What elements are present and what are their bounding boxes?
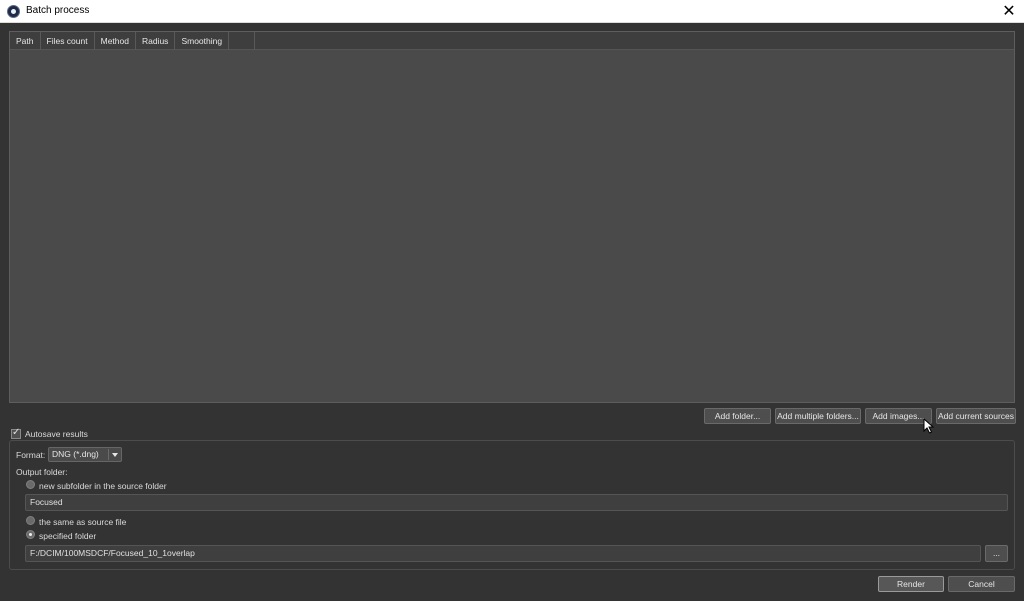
dropdown-caret-icon [112, 453, 118, 457]
column-header-path[interactable]: Path [10, 32, 41, 50]
output-folder-label: Output folder: [16, 467, 68, 477]
app-icon [7, 5, 20, 18]
render-button[interactable]: Render [878, 576, 944, 592]
autosave-label: Autosave results [25, 429, 88, 439]
table-header: Path Files count Method Radius Smoothing [10, 32, 1014, 50]
column-header-radius[interactable]: Radius [136, 32, 176, 50]
column-header-smoothing[interactable]: Smoothing [175, 32, 230, 50]
add-multiple-folders-button[interactable]: Add multiple folders... [775, 408, 861, 424]
column-header-method[interactable]: Method [95, 32, 136, 50]
autosave-checkbox[interactable] [11, 427, 21, 439]
cancel-button[interactable]: Cancel [948, 576, 1015, 592]
column-header-filler [229, 32, 256, 50]
browse-folder-button[interactable]: ... [985, 545, 1008, 562]
select-separator [108, 449, 109, 460]
add-images-button[interactable]: Add images... [865, 408, 932, 424]
radio-specified-folder[interactable] [26, 530, 35, 539]
format-label: Format: [16, 450, 46, 460]
radio-same-as-source-label: the same as source file [39, 517, 127, 527]
window-title: Batch process [26, 5, 90, 16]
radio-new-subfolder[interactable] [26, 480, 35, 489]
batch-table[interactable]: Path Files count Method Radius Smoothing [9, 31, 1015, 403]
close-icon[interactable]: ✕ [994, 0, 1024, 23]
specified-folder-path-field[interactable]: F:/DCIM/100MSDCF/Focused_10_1overlap [25, 545, 981, 562]
radio-same-as-source[interactable] [26, 516, 35, 525]
mouse-pointer-icon [923, 418, 935, 434]
format-select[interactable]: DNG (*.dng) [48, 447, 122, 462]
radio-new-subfolder-label: new subfolder in the source folder [39, 481, 167, 491]
column-header-files-count[interactable]: Files count [41, 32, 95, 50]
title-bar: Batch process ✕ [0, 0, 1024, 23]
add-current-sources-button[interactable]: Add current sources [936, 408, 1016, 424]
add-folder-button[interactable]: Add folder... [704, 408, 771, 424]
radio-specified-folder-label: specified folder [39, 531, 97, 541]
format-value: DNG (*.dng) [52, 449, 99, 459]
subfolder-name-field[interactable]: Focused [25, 494, 1008, 511]
